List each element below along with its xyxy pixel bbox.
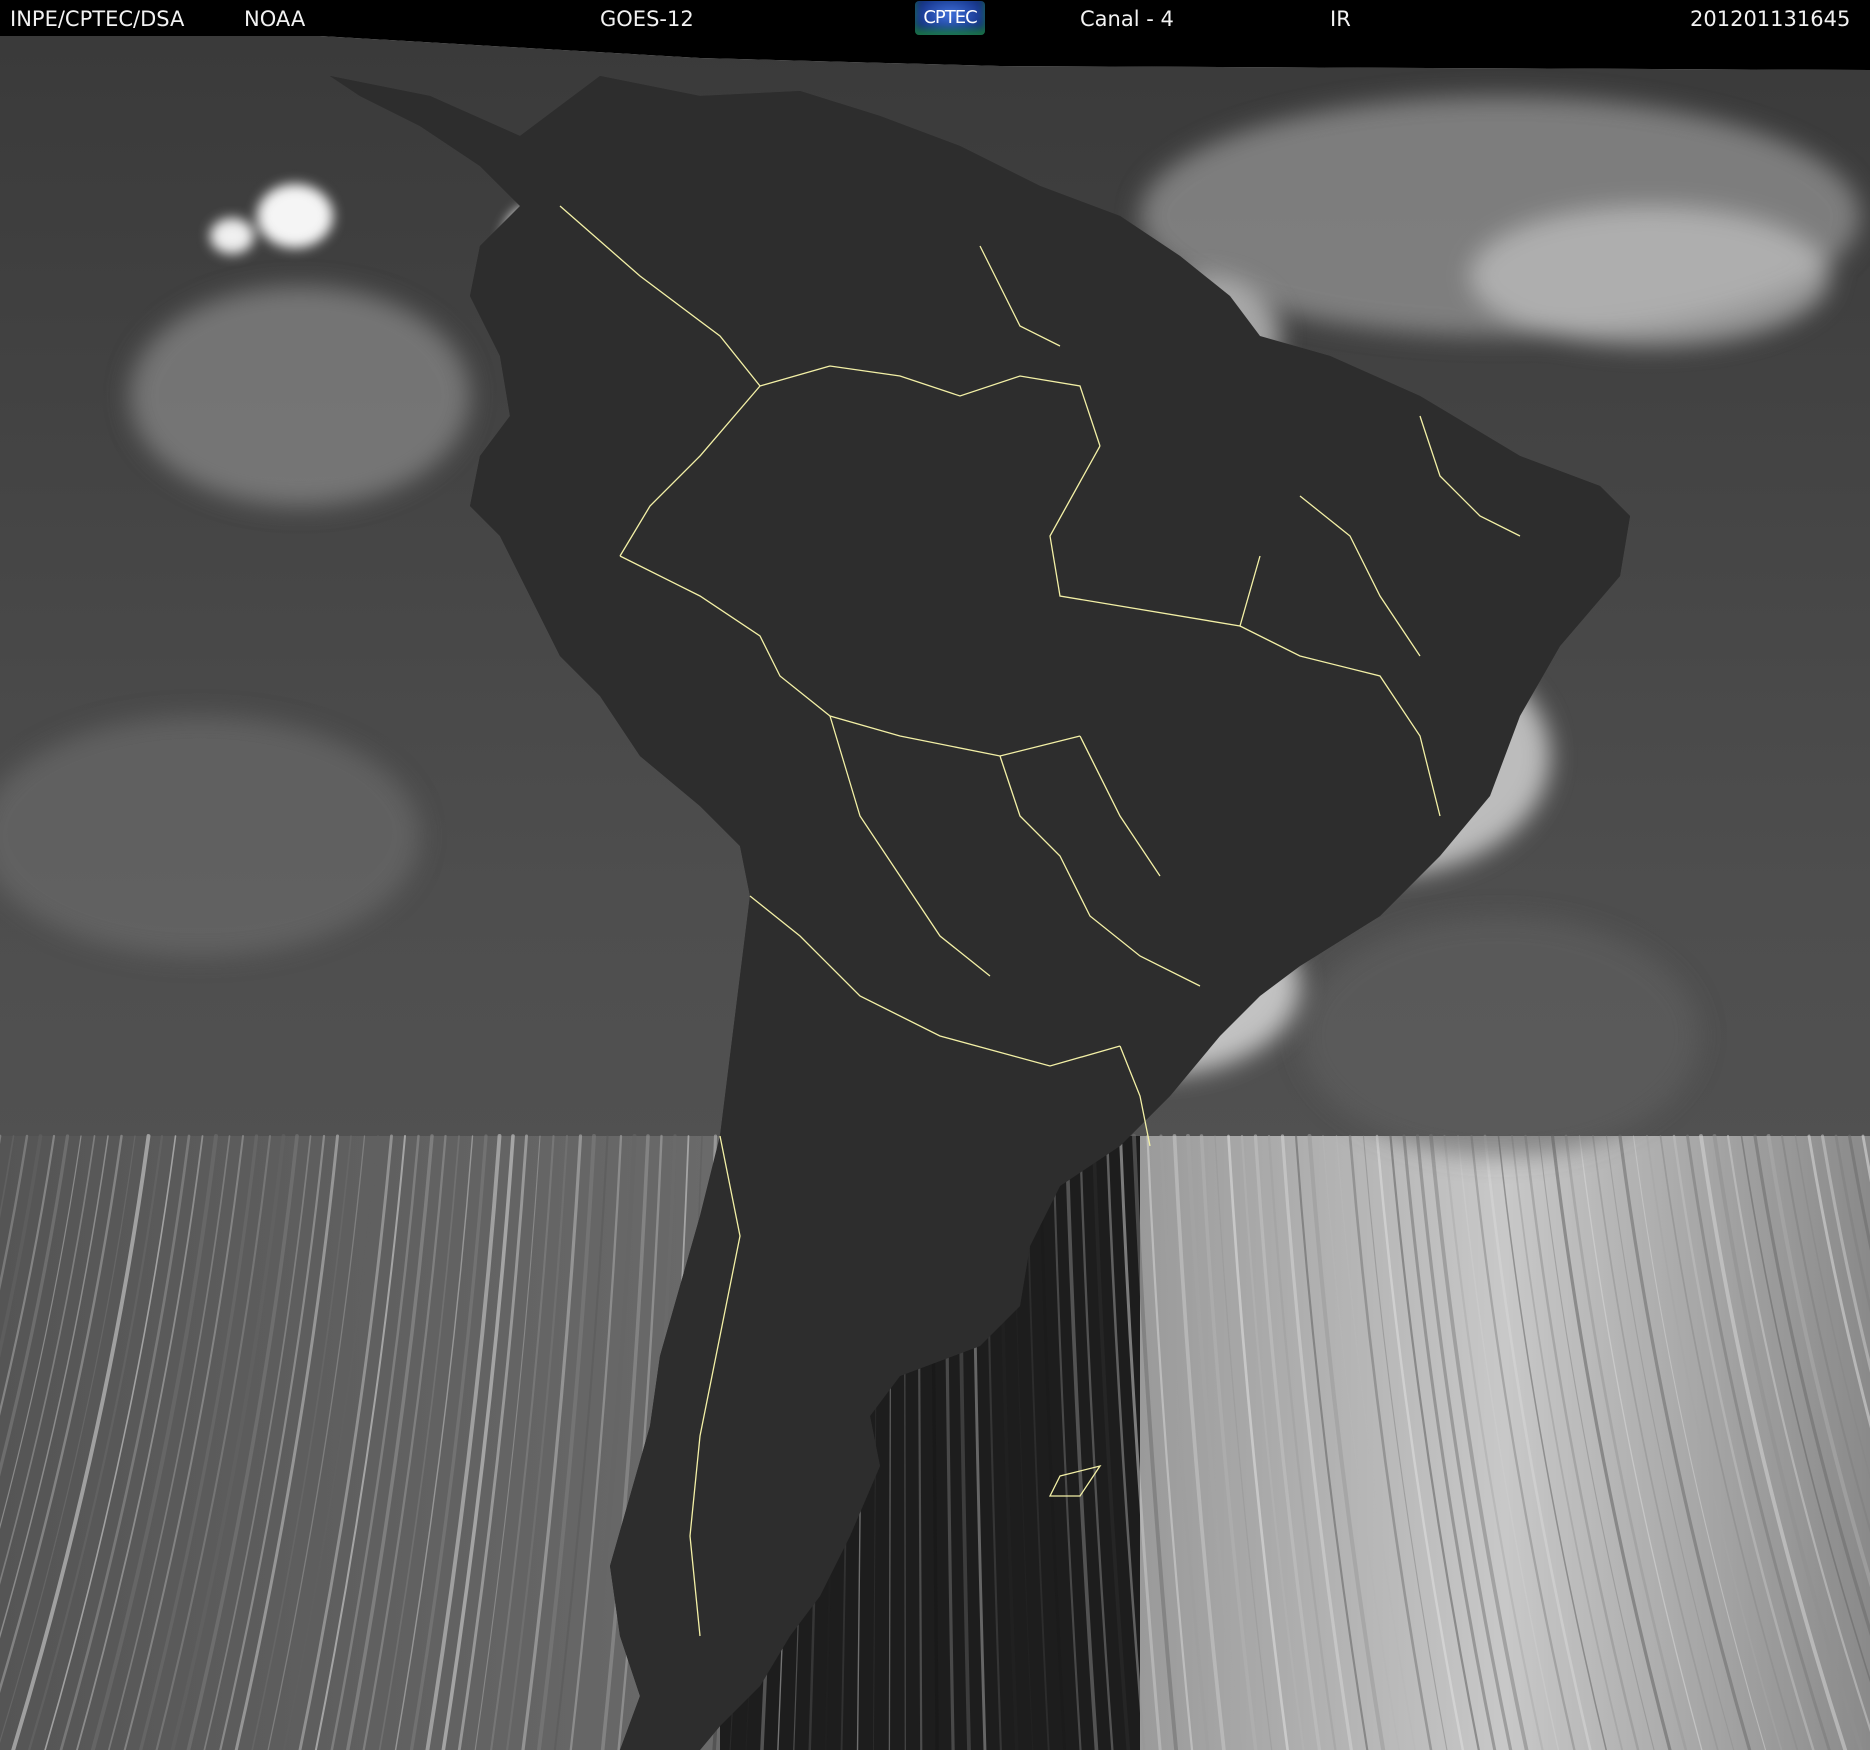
agency-label: INPE/CPTEC/DSA: [10, 7, 185, 31]
satellite-label: GOES-12: [600, 7, 694, 31]
image-header-bar: INPE/CPTEC/DSA NOAA GOES-12 CPTEC Canal …: [0, 0, 1870, 36]
channel-label: Canal - 4: [1080, 7, 1174, 31]
timestamp-label: 201201131645: [1690, 7, 1851, 31]
cptec-logo-icon: CPTEC: [915, 1, 985, 35]
band-label: IR: [1330, 7, 1351, 31]
source-label: NOAA: [244, 7, 306, 31]
satellite-ir-image: [0, 36, 1870, 1750]
